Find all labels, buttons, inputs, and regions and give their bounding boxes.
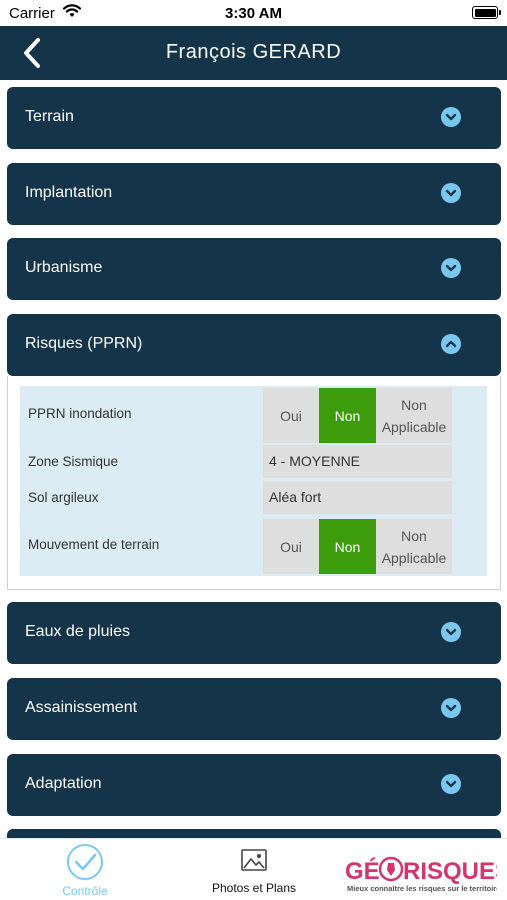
chevron-up-icon xyxy=(441,334,461,354)
row-pprn-inondation: PPRN inondation Oui Non Non Applicable xyxy=(20,386,487,443)
row-zone-sismique: Zone Sismique 4 - MOYENNE xyxy=(20,445,487,480)
pprn-non-applicable-option[interactable]: Non Applicable xyxy=(376,388,452,443)
check-circle-icon xyxy=(67,844,103,880)
chevron-down-icon xyxy=(441,258,461,278)
row-label: Mouvement de terrain xyxy=(28,537,160,552)
risques-table: PPRN inondation Oui Non Non Applicable Z… xyxy=(20,386,487,576)
section-label: Implantation xyxy=(25,184,113,201)
georisques-logo-icon: GÉ RISQUES Mieux connaître les risques s… xyxy=(345,856,507,893)
tab-controle[interactable]: Contrôle xyxy=(45,842,125,898)
svg-text:Mieux connaître les risques su: Mieux connaître les risques sur le terri… xyxy=(347,884,497,893)
pprn-non-option[interactable]: Non xyxy=(319,388,376,443)
section-label: Assainissement xyxy=(25,699,138,716)
section-assainissement[interactable]: Assainissement xyxy=(7,678,501,740)
clock: 3:30 AM xyxy=(225,5,282,22)
option-label-line1: Non xyxy=(401,396,427,413)
section-label: Risques (PPRN) xyxy=(25,335,143,352)
option-label-line2: Applicable xyxy=(381,418,447,435)
row-label: PPRN inondation xyxy=(28,406,132,421)
mouvement-oui-option[interactable]: Oui xyxy=(263,519,319,574)
option-label-line2: Applicable xyxy=(381,549,447,566)
battery-icon xyxy=(472,6,501,19)
risques-panel: PPRN inondation Oui Non Non Applicable Z… xyxy=(7,376,501,590)
pprn-oui-option[interactable]: Oui xyxy=(263,388,319,443)
mouvement-non-applicable-option[interactable]: Non Applicable xyxy=(376,519,452,574)
section-risques-pprn[interactable]: Risques (PPRN) xyxy=(7,314,501,376)
sol-argileux-value: Aléa fort xyxy=(263,481,452,514)
tab-label: Photos et Plans xyxy=(211,881,297,895)
chevron-down-icon xyxy=(441,774,461,794)
section-eaux-de-pluies[interactable]: Eaux de pluies xyxy=(7,602,501,664)
section-label: Eaux de pluies xyxy=(25,623,130,640)
row-label: Zone Sismique xyxy=(28,454,119,469)
page-title: François GERARD xyxy=(165,41,342,63)
status-bar: Carrier 3:30 AM xyxy=(0,0,507,26)
chevron-down-icon xyxy=(441,107,461,127)
chevron-down-icon xyxy=(441,698,461,718)
tab-photos-et-plans[interactable]: Photos et Plans xyxy=(204,847,304,895)
svg-text:GÉ: GÉ xyxy=(345,857,380,885)
georisques-logo[interactable]: GÉ RISQUES Mieux connaître les risques s… xyxy=(345,849,507,895)
mouvement-non-option[interactable]: Non xyxy=(319,519,376,574)
image-icon xyxy=(241,849,267,871)
row-mouvement-terrain: Mouvement de terrain Oui Non Non Applica… xyxy=(20,517,487,574)
section-urbanisme[interactable]: Urbanisme xyxy=(7,238,501,300)
chevron-down-icon xyxy=(441,183,461,203)
tab-bar: Contrôle Photos et Plans GÉ RISQUES Mieu… xyxy=(0,838,507,900)
section-implantation[interactable]: Implantation xyxy=(7,163,501,225)
nav-bar: François GERARD xyxy=(0,26,507,80)
zone-sismique-value: 4 - MOYENNE xyxy=(263,445,452,478)
section-label: Urbanisme xyxy=(25,259,103,276)
row-label: Sol argileux xyxy=(28,490,99,505)
section-next-partial[interactable] xyxy=(7,829,501,838)
tab-label: Contrôle xyxy=(62,884,108,898)
row-sol-argileux: Sol argileux Aléa fort xyxy=(20,481,487,516)
section-label: Terrain xyxy=(25,108,74,125)
chevron-down-icon xyxy=(441,622,461,642)
section-label: Adaptation xyxy=(25,775,102,792)
option-label-line1: Non xyxy=(401,527,427,544)
section-adaptation[interactable]: Adaptation xyxy=(7,754,501,816)
section-terrain[interactable]: Terrain xyxy=(7,87,501,149)
svg-text:RISQUES: RISQUES xyxy=(403,858,497,885)
